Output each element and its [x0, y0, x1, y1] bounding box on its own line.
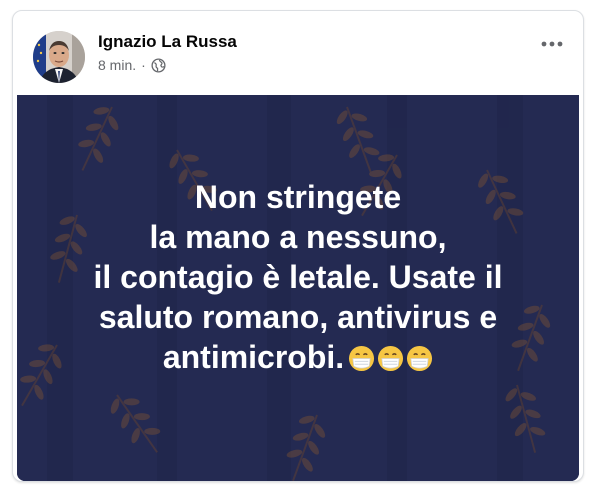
facebook-post-card: Ignazio La Russa 8 min. · Non stringete …	[12, 10, 584, 482]
mask-emoji-icon	[406, 341, 433, 372]
profile-photo	[33, 31, 85, 83]
image-quote-text: Non stringete la mano a nessuno, il cont…	[93, 179, 503, 375]
emoji-group	[346, 341, 433, 381]
post-meta: 8 min. ·	[98, 57, 166, 73]
post-author-name[interactable]: Ignazio La Russa	[98, 32, 237, 52]
mask-emoji-icon	[348, 341, 375, 372]
profile-avatar[interactable]	[33, 31, 85, 83]
more-options-icon[interactable]	[539, 37, 565, 51]
post-image-text: Non stringete la mano a nessuno, il cont…	[17, 177, 579, 381]
post-timestamp[interactable]: 8 min.	[98, 57, 136, 73]
globe-icon[interactable]	[151, 57, 166, 73]
post-image[interactable]: Non stringete la mano a nessuno, il cont…	[17, 95, 579, 481]
meta-separator: ·	[141, 57, 146, 73]
mask-emoji-icon	[377, 341, 404, 372]
post-header: Ignazio La Russa 8 min. ·	[13, 11, 583, 94]
